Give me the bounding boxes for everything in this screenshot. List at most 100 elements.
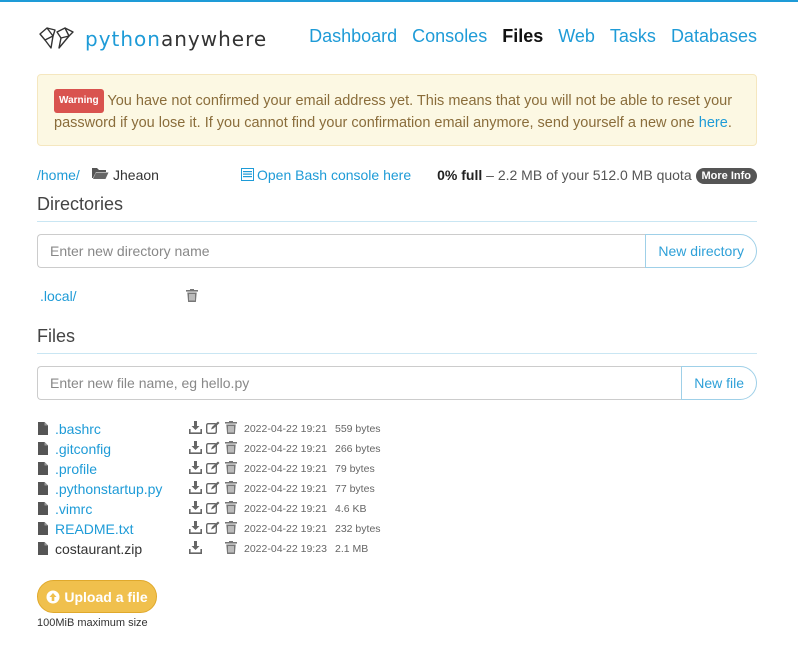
nav-tasks[interactable]: Tasks — [610, 26, 656, 47]
download-icon[interactable] — [189, 521, 202, 534]
python-anywhere-logo-icon — [39, 27, 74, 49]
file-icon — [38, 542, 48, 555]
bash-link-label: Open Bash console here — [257, 167, 412, 183]
file-icon — [38, 462, 48, 475]
download-icon[interactable] — [189, 501, 202, 514]
file-name-link[interactable]: .profile — [55, 461, 97, 477]
file-name-link[interactable]: .gitconfig — [55, 441, 111, 457]
file-size: 559 bytes — [335, 423, 381, 435]
download-icon[interactable] — [189, 481, 202, 494]
file-row: .vimrc 2022-04-22 19:21 4.6 KB — [37, 500, 437, 520]
upload-file-button[interactable]: Upload a file — [37, 580, 157, 613]
file-modified-date: 2022-04-22 19:21 — [244, 423, 327, 435]
file-icon — [38, 522, 48, 535]
download-icon[interactable] — [189, 441, 202, 454]
file-size: 4.6 KB — [335, 503, 367, 515]
file-modified-date: 2022-04-22 19:21 — [244, 523, 327, 535]
file-modified-date: 2022-04-22 19:21 — [244, 463, 327, 475]
file-size: 232 bytes — [335, 523, 381, 535]
upload-button-label: Upload a file — [64, 588, 148, 605]
download-icon[interactable] — [189, 541, 202, 554]
edit-icon[interactable] — [206, 421, 220, 434]
open-bash-console-link[interactable]: Open Bash console here — [241, 167, 411, 183]
delete-trash-icon[interactable] — [225, 461, 237, 474]
file-row: .bashrc 2022-04-22 19:21 559 bytes — [37, 420, 437, 440]
new-file-form: New file — [37, 366, 757, 400]
delete-trash-icon[interactable] — [225, 421, 237, 434]
warning-badge: Warning — [54, 89, 104, 113]
file-size: 79 bytes — [335, 463, 375, 475]
file-icon — [38, 442, 48, 455]
nav-files[interactable]: Files — [502, 26, 543, 47]
file-row: .pythonstartup.py 2022-04-22 19:21 77 byte… — [37, 480, 437, 500]
warning-end: . — [727, 115, 732, 131]
new-directory-input[interactable] — [37, 234, 646, 268]
file-name-link[interactable]: README.txt — [55, 521, 134, 537]
download-icon[interactable] — [189, 421, 202, 434]
file-icon — [38, 502, 48, 515]
files-heading: Files — [37, 326, 757, 354]
file-modified-date: 2022-04-22 19:21 — [244, 443, 327, 455]
nav-web[interactable]: Web — [558, 26, 595, 47]
directory-item: .local/ — [40, 288, 198, 306]
delete-trash-icon[interactable] — [225, 481, 237, 494]
email-warning-alert: Warning You have not confirmed your emai… — [37, 74, 757, 146]
file-size: 77 bytes — [335, 483, 375, 495]
file-row: .profile 2022-04-22 19:21 79 bytes — [37, 460, 437, 480]
upload-circle-icon — [46, 590, 60, 603]
download-icon[interactable] — [189, 461, 202, 474]
folder-open-icon — [91, 166, 109, 183]
edit-icon[interactable] — [206, 481, 220, 494]
quota-percent: 0% full — [437, 167, 483, 183]
file-row: .gitconfig 2022-04-22 19:21 266 bytes — [37, 440, 437, 460]
brand-suffix: anywhere — [160, 27, 268, 51]
new-file-button[interactable]: New file — [681, 366, 757, 400]
delete-trash-icon[interactable] — [225, 541, 237, 554]
quota-detail: – 2.2 MB of your 512.0 MB quota — [482, 167, 696, 183]
nav-consoles[interactable]: Consoles — [412, 26, 487, 47]
directory-link[interactable]: .local/ — [40, 288, 77, 304]
upload-size-note: 100MiB maximum size — [37, 617, 148, 629]
delete-trash-icon[interactable] — [225, 501, 237, 514]
brand-prefix: python — [85, 27, 161, 51]
header: pythonanywhere Dashboard Consoles Files … — [37, 22, 757, 56]
delete-trash-icon[interactable] — [225, 441, 237, 454]
delete-trash-icon[interactable] — [186, 289, 198, 302]
file-row: costaurant.zip 2022-04-22 19:23 2.1 MB — [37, 540, 437, 560]
edit-icon[interactable] — [206, 441, 220, 454]
resend-confirmation-link[interactable]: here — [699, 115, 728, 131]
file-icon — [38, 482, 48, 495]
file-modified-date: 2022-04-22 19:23 — [244, 543, 327, 555]
file-name-link[interactable]: costaurant.zip — [55, 541, 142, 557]
file-modified-date: 2022-04-22 19:21 — [244, 503, 327, 515]
file-row: README.txt 2022-04-22 19:21 232 bytes — [37, 520, 437, 540]
more-info-button[interactable]: More Info — [695, 168, 757, 184]
warning-message: You have not confirmed your email addres… — [54, 93, 733, 131]
directories-heading: Directories — [37, 194, 757, 222]
main-nav: Dashboard Consoles Files Web Tasks Datab… — [309, 26, 757, 47]
delete-trash-icon[interactable] — [225, 521, 237, 534]
breadcrumb-current-dir: Jheaon — [113, 167, 159, 183]
console-icon — [241, 168, 254, 181]
disk-quota: 0% full – 2.2 MB of your 512.0 MB quota … — [437, 167, 757, 184]
logo[interactable]: pythonanywhere — [37, 24, 267, 54]
file-size: 266 bytes — [335, 443, 381, 455]
nav-databases[interactable]: Databases — [671, 26, 757, 47]
nav-dashboard[interactable]: Dashboard — [309, 26, 397, 47]
new-directory-button[interactable]: New directory — [645, 234, 757, 268]
brand-name: pythonanywhere — [85, 27, 267, 51]
file-icon — [38, 422, 48, 435]
file-list: .bashrc 2022-04-22 19:21 559 bytes .gitconf… — [37, 420, 437, 560]
path-bar: /home/ Jheaon Open Bash console here 0% … — [37, 166, 757, 186]
breadcrumb-home[interactable]: /home/ — [37, 167, 80, 183]
edit-icon[interactable] — [206, 501, 220, 514]
file-size: 2.1 MB — [335, 543, 369, 555]
top-accent-line — [0, 0, 798, 2]
new-directory-form: New directory — [37, 234, 757, 268]
new-file-input[interactable] — [37, 366, 682, 400]
file-name-link[interactable]: .bashrc — [55, 421, 101, 437]
file-name-link[interactable]: .vimrc — [55, 501, 92, 517]
file-name-link[interactable]: .pythonstartup.py — [55, 481, 162, 497]
edit-icon[interactable] — [206, 521, 220, 534]
edit-icon[interactable] — [206, 461, 220, 474]
